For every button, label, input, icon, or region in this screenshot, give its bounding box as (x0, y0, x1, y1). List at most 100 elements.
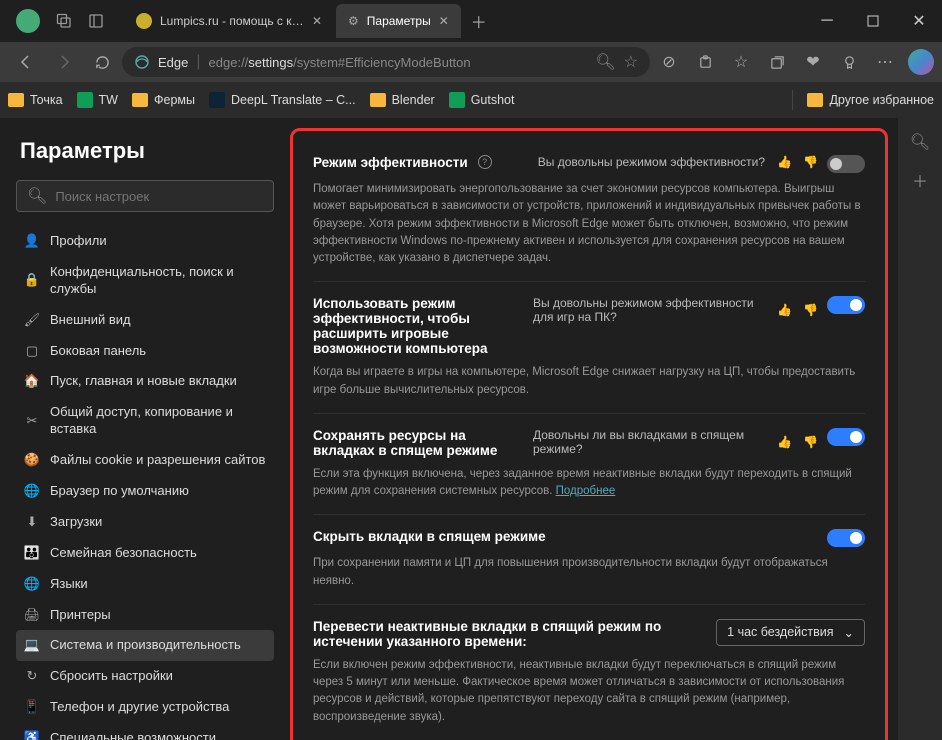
sidebar-item-0[interactable]: 👤 Профили (16, 226, 274, 257)
close-icon[interactable]: ✕ (439, 14, 449, 28)
nav-label: Файлы cookie и разрешения сайтов (50, 452, 265, 469)
sleep-timer-title: Перевести неактивные вкладки в спящий ре… (313, 619, 673, 649)
sidebar-item-14[interactable]: 📱Телефон и другие устройства (16, 692, 274, 723)
extensions-icon[interactable] (688, 46, 722, 78)
nav-label: Загрузки (50, 514, 102, 531)
sidebar-item-10[interactable]: 🌐 Языки (16, 569, 274, 600)
maximize-button[interactable] (850, 4, 896, 38)
timer-desc: Если включен режим эффективности, неакти… (313, 657, 865, 726)
thumbs-down-icon[interactable]: 👎 (803, 435, 817, 449)
gear-icon: ⚙ (348, 14, 359, 28)
sidebar-item-2[interactable]: 🖌Внешний вид (16, 305, 274, 336)
sidebar-item-15[interactable]: ♿Специальные возможности (16, 723, 274, 740)
sidebar-item-13[interactable]: ↻Сбросить настройки (16, 661, 274, 692)
fade-tabs-toggle[interactable] (827, 529, 865, 547)
close-icon[interactable]: ✕ (312, 14, 322, 28)
sidebar-item-9[interactable]: 👪Семейная безопасность (16, 538, 274, 569)
efficiency-mode-toggle[interactable] (827, 155, 865, 173)
feedback-question: Вы довольны режимом эффективности? (538, 155, 765, 169)
sidebar-item-5[interactable]: ✂Общий доступ, копирование и вставка (16, 397, 274, 445)
sidebar-item-8[interactable]: ⬇Загрузки (16, 507, 274, 538)
nav-icon: 🖨 (24, 607, 40, 624)
workspaces-icon[interactable] (48, 5, 80, 37)
thumbs-up-icon[interactable]: 👍 (777, 303, 791, 317)
nav-label: Сбросить настройки (50, 668, 173, 685)
nav-label: Общий доступ, копирование и вставка (50, 404, 266, 438)
bookmark-fermy[interactable]: Фермы (132, 93, 195, 107)
sleep-timer-select[interactable]: 1 час бездействия ⌄ (716, 619, 865, 646)
sidebar-item-1[interactable]: 🔒Конфиденциальность, поиск и службы (16, 257, 274, 305)
search-icon: 🔍︎ (27, 186, 47, 206)
sidebar-item-12[interactable]: 💻Система и производительность (16, 630, 274, 661)
more-icon[interactable]: ⋯ (868, 46, 902, 78)
thumbs-down-icon[interactable]: 👎 (803, 303, 817, 317)
efficiency-section: Режим эффективности ? Вы довольны режимо… (290, 128, 888, 740)
efficiency-mode-title: Режим эффективности (313, 155, 468, 170)
nav-icon: ♿ (24, 730, 40, 740)
sidebar-item-11[interactable]: 🖨Принтеры (16, 600, 274, 631)
nav-icon: 👤 (24, 233, 40, 250)
gaming-efficiency-toggle[interactable] (827, 296, 865, 314)
nav-icon: 🍪 (24, 452, 40, 469)
site-icon (136, 13, 152, 29)
sidebar-item-6[interactable]: 🍪 Файлы cookie и разрешения сайтов (16, 445, 274, 476)
info-icon[interactable]: ? (478, 155, 492, 169)
learn-more-link[interactable]: Подробнее (556, 485, 616, 497)
nav-icon: 📱 (24, 699, 40, 716)
thumbs-up-icon[interactable]: 👍 (777, 435, 791, 449)
nav-label: Языки (50, 576, 88, 593)
rewards-icon[interactable] (832, 46, 866, 78)
nav-label: Пуск, главная и новые вкладки (50, 373, 237, 390)
minimize-button[interactable]: ─ (804, 4, 850, 38)
thumbs-down-icon[interactable]: 👎 (803, 155, 817, 169)
page-title: Параметры (16, 138, 274, 164)
nav-label: Боковая панель (50, 343, 146, 360)
thumbs-up-icon[interactable]: 👍 (777, 155, 791, 169)
tab-settings[interactable]: ⚙ Параметры ✕ (336, 4, 461, 38)
vertical-tabs-icon[interactable] (80, 5, 112, 37)
collections-icon[interactable] (760, 46, 794, 78)
back-button[interactable] (8, 46, 44, 78)
tab-lumpics[interactable]: Lumpics.ru - помощь с компьют… ✕ (124, 4, 334, 38)
perf-icon[interactable]: ❤ (796, 46, 830, 78)
bookmark-gutshot[interactable]: Gutshot (449, 92, 515, 108)
refresh-button[interactable] (84, 46, 120, 78)
copilot-button[interactable] (908, 49, 934, 75)
sidebar-item-3[interactable]: ▢Боковая панель (16, 336, 274, 367)
nav-label: Браузер по умолчанию (50, 483, 189, 500)
bookmark-tw[interactable]: TW (77, 92, 118, 108)
sidebar-item-4[interactable]: 🏠Пуск, главная и новые вкладки (16, 366, 274, 397)
bookmark-other[interactable]: Другое избранное (807, 93, 934, 107)
gaming-desc: Когда вы играете в игры на компьютере, M… (313, 364, 865, 399)
search-rail-icon[interactable]: 🔍︎ (910, 132, 930, 152)
url-text: edge://settings/system#EfficiencyModeBut… (209, 55, 471, 70)
sleeping-tabs-toggle[interactable] (827, 428, 865, 446)
nav-icon: 👪 (24, 545, 40, 562)
sidebar-item-7[interactable]: 🌐Браузер по умолчанию (16, 476, 274, 507)
forward-button[interactable] (46, 46, 82, 78)
site-info-icon[interactable]: ⊘ (652, 46, 686, 78)
nav-label: Конфиденциальность, поиск и службы (50, 264, 266, 298)
avatar[interactable] (16, 9, 40, 33)
nav-label: Внешний вид (50, 312, 131, 329)
search-settings[interactable]: 🔍︎ (16, 180, 274, 212)
gaming-efficiency-title: Использовать режим эффективности, чтобы … (313, 296, 513, 356)
bookmark-tochka[interactable]: Точка (8, 93, 63, 107)
new-tab-button[interactable]: ＋ (463, 9, 495, 33)
search-input[interactable] (55, 189, 263, 204)
bookmark-blender[interactable]: Blender (370, 93, 435, 107)
address-bar[interactable]: Edge | edge://settings/system#Efficiency… (122, 47, 650, 77)
favorite-icon[interactable]: ☆ (624, 52, 638, 72)
fade-desc: При сохранении памяти и ЦП для повышения… (313, 555, 865, 590)
close-window-button[interactable]: ✕ (896, 4, 942, 38)
favorites-icon[interactable]: ☆ (724, 46, 758, 78)
chevron-down-icon: ⌄ (844, 625, 854, 640)
add-rail-icon[interactable]: ＋ (912, 168, 928, 192)
bookmark-deepl[interactable]: DeepL Translate – С... (209, 92, 356, 108)
feedback-question: Довольны ли вы вкладками в спящем режиме… (533, 428, 765, 456)
tab-label: Lumpics.ru - помощь с компьют… (160, 14, 304, 28)
nav-label: Профили (50, 233, 107, 250)
nav-icon: 🌐 (24, 576, 40, 593)
feedback-question: Вы довольны режимом эффективности для иг… (533, 296, 765, 324)
find-icon[interactable]: 🔍︎ (595, 52, 615, 72)
